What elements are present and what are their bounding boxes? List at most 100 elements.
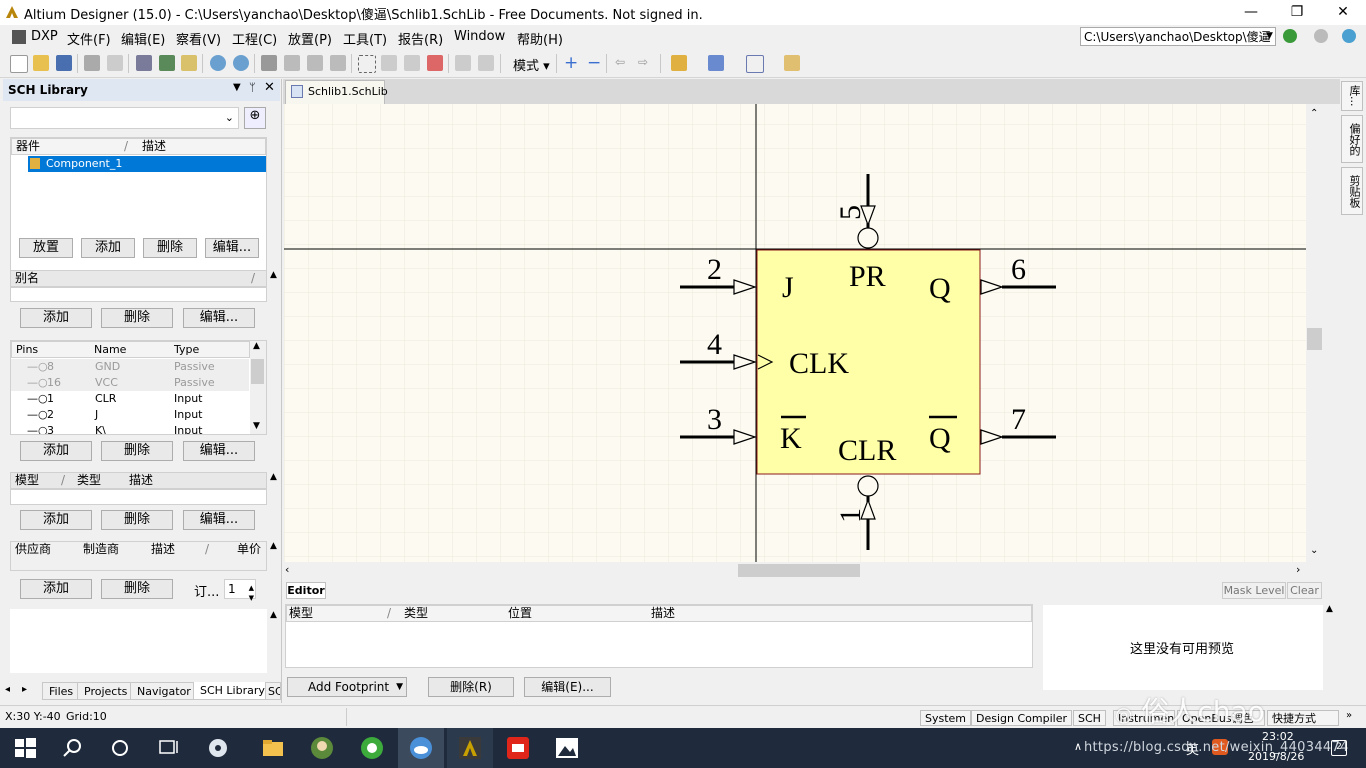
drawing-tools-icon[interactable] [708, 55, 724, 71]
altium-app-icon[interactable] [457, 735, 483, 761]
edit-pin-button[interactable]: 编辑... [183, 441, 255, 461]
print-preview-icon[interactable] [107, 55, 123, 71]
remove-icon[interactable]: − [587, 53, 601, 73]
menu-window[interactable]: Window [454, 29, 505, 44]
panel-menu-icon[interactable]: ▼ [233, 82, 241, 93]
col-pins[interactable]: Pins [16, 342, 38, 357]
mode-dropdown[interactable]: 模式 ▾ [513, 55, 550, 74]
rubber-stamp-icon[interactable] [330, 55, 346, 71]
undo-icon[interactable] [455, 55, 471, 71]
edit-model-button[interactable]: 编辑... [183, 510, 255, 530]
copy-icon[interactable] [284, 55, 300, 71]
tab-sc[interactable]: SC [265, 682, 281, 700]
edit-alias-button[interactable]: 编辑... [183, 308, 255, 328]
tab-design-compiler[interactable]: Design Compiler [971, 710, 1072, 726]
menu-tools[interactable]: 工具(T) [343, 29, 387, 48]
tab-system[interactable]: System [920, 710, 972, 726]
collapse-icon[interactable]: ▲ [270, 610, 277, 620]
menu-file[interactable]: 文件(F) [67, 29, 111, 48]
menu-place[interactable]: 放置(P) [288, 29, 332, 48]
list-item[interactable]: Component_1 [28, 156, 266, 172]
scroll-down-icon[interactable]: ▼ [253, 421, 260, 431]
tab-sch[interactable]: SCH [1073, 710, 1106, 726]
col-manufacturer[interactable]: 制造商 [83, 542, 119, 557]
browser-icon[interactable] [359, 735, 385, 761]
delete-alias-button[interactable]: 删除 [101, 308, 173, 328]
new-icon[interactable] [10, 55, 28, 73]
canvas-vertical-scrollbar[interactable]: ⌃ ⌄ [1306, 104, 1323, 562]
forward-icon[interactable] [1314, 29, 1328, 43]
tab-shortcuts[interactable]: 快捷方式 [1267, 710, 1339, 726]
photos-app-icon[interactable] [554, 735, 580, 761]
add-footprint-button[interactable]: Add Footprint ▼ [287, 677, 407, 697]
home-icon[interactable] [1342, 29, 1356, 43]
col-name[interactable]: Name [94, 342, 126, 357]
component-icon[interactable] [671, 55, 687, 71]
col-type[interactable]: 类型 [404, 606, 428, 621]
scroll-left-icon[interactable]: ‹ [285, 563, 289, 576]
scroll-thumb[interactable] [1307, 328, 1322, 350]
menu-project[interactable]: 工程(C) [232, 29, 277, 48]
col-description[interactable]: 描述 [129, 473, 153, 488]
arrow-left-icon[interactable]: ⇦ [615, 55, 625, 69]
board-icon[interactable] [159, 55, 175, 71]
col-description[interactable]: 描述 [142, 139, 166, 154]
tab-files[interactable]: Files [42, 682, 81, 700]
notification-icon[interactable]: 2 [1331, 740, 1347, 756]
collapse-icon[interactable]: ▲ [1326, 604, 1333, 614]
arrow-right-icon[interactable]: ⇨ [638, 55, 648, 69]
canvas-horizontal-scrollbar[interactable]: ‹ › [284, 562, 1306, 579]
library-folder-icon[interactable] [784, 55, 800, 71]
scroll-up-icon[interactable]: ⌃ [1310, 108, 1318, 119]
col-component[interactable]: 器件 [16, 139, 40, 154]
zoom-in-icon[interactable] [210, 55, 226, 71]
tab-projects[interactable]: Projects [77, 682, 135, 700]
clock-date[interactable]: 2019/8/26 [1248, 750, 1304, 763]
pin-icon[interactable]: ᛘ [249, 81, 256, 94]
col-supplier[interactable]: 供应商 [15, 542, 51, 557]
scroll-right-icon[interactable]: › [1296, 563, 1300, 576]
clock-time[interactable]: 23:02 [1262, 730, 1294, 743]
delete-component-button[interactable]: 删除 [143, 238, 197, 258]
col-description[interactable]: 描述 [151, 542, 175, 557]
deselect-icon[interactable] [404, 55, 420, 71]
task-view-icon[interactable] [155, 735, 181, 761]
scroll-down-icon[interactable]: ⌄ [1310, 545, 1318, 556]
collapse-icon[interactable]: ▲ [270, 270, 277, 280]
save-icon[interactable] [56, 55, 72, 71]
collapse-icon[interactable]: ▲ [270, 472, 277, 482]
tab-library[interactable]: 库... [1341, 81, 1363, 111]
tab-scroll-right-icon[interactable]: ▸ [22, 684, 27, 695]
restore-button[interactable]: ❐ [1274, 0, 1320, 25]
menu-view[interactable]: 察看(V) [176, 29, 221, 48]
clear-filter-icon[interactable] [427, 55, 443, 71]
redo-icon[interactable] [478, 55, 494, 71]
tab-scroll-left-icon[interactable]: ◂ [5, 684, 10, 695]
add-icon[interactable]: + [564, 53, 578, 73]
clear-button[interactable]: Clear [1287, 582, 1322, 599]
tab-navigator[interactable]: Navigator [130, 682, 198, 700]
delete-model-button[interactable]: 删除 [101, 510, 173, 530]
cut-icon[interactable] [261, 55, 277, 71]
zoom-out-icon[interactable] [233, 55, 249, 71]
path-dropdown[interactable]: C:\Users\yanchao\Desktop\傻逼 [1080, 27, 1276, 46]
table-row[interactable]: —○ 16 VCC Passive [11, 375, 249, 391]
pinwheel-app-icon[interactable] [205, 735, 231, 761]
add-model-button[interactable]: 添加 [20, 510, 92, 530]
select-area-icon[interactable] [358, 55, 376, 73]
stepper-down-icon[interactable]: ▼ [249, 589, 254, 607]
youdao-app-icon[interactable] [505, 735, 531, 761]
back-icon[interactable] [1283, 29, 1297, 43]
delete-footprint-button[interactable]: 删除(R) [428, 677, 514, 697]
table-row[interactable]: —○ 1 CLR Input [11, 391, 249, 407]
col-model[interactable]: 模型 [15, 473, 39, 488]
col-description[interactable]: 描述 [651, 606, 675, 621]
grid-icon[interactable] [746, 55, 764, 73]
add-pin-button[interactable]: 添加 [20, 441, 92, 461]
place-button[interactable]: 放置 [19, 238, 73, 258]
cortana-icon[interactable] [107, 735, 133, 761]
close-button[interactable]: ✕ [1320, 0, 1366, 25]
table-row[interactable]: —○ 3 K\ Input [11, 423, 249, 434]
add-alias-button[interactable]: 添加 [20, 308, 92, 328]
add-supplier-button[interactable]: 添加 [20, 579, 92, 599]
